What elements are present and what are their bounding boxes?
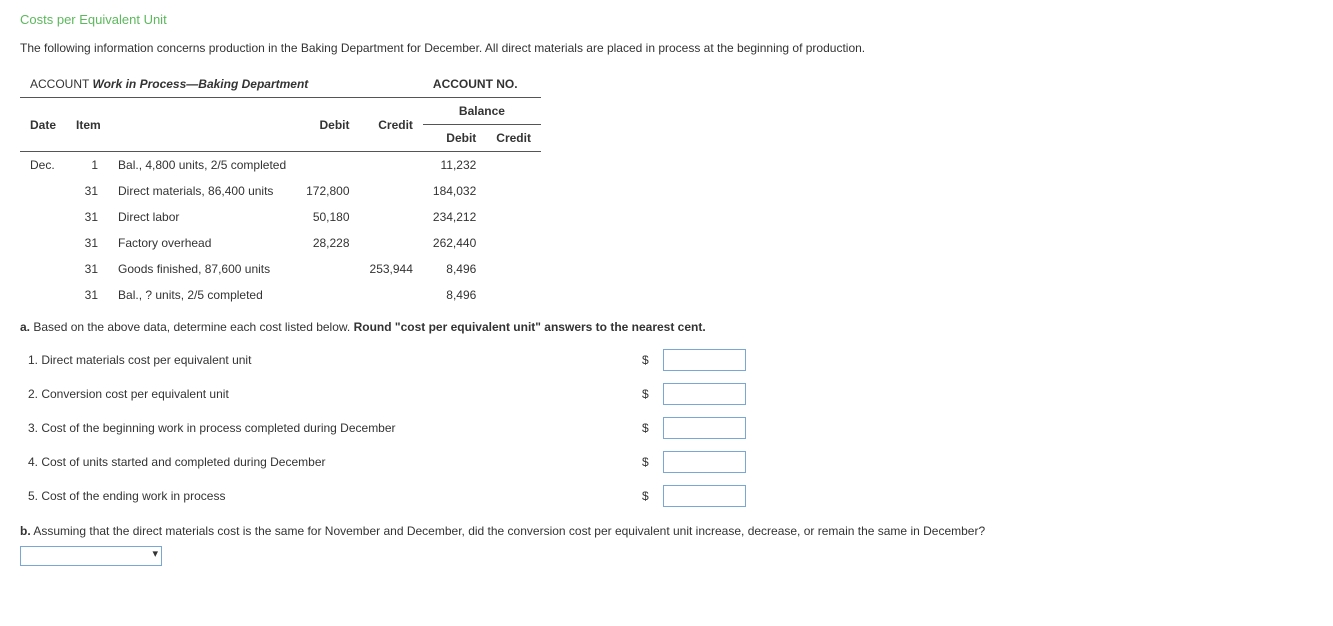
cell-bal-credit [486,282,541,308]
cell-bal-credit [486,178,541,204]
table-row: 31Direct materials, 86,400 units172,800 1… [20,178,541,204]
cell-item: Bal., 4,800 units, 2/5 completed [108,152,296,179]
account-label: ACCOUNT [30,77,89,91]
cell-bal-debit: 8,496 [423,282,486,308]
part-a-bold: Round "cost per equivalent unit" answers… [354,320,706,334]
account-no-label: ACCOUNT NO. [433,77,518,91]
cell-bal-debit: 184,032 [423,178,486,204]
table-row: 31Bal., ? units, 2/5 completed 8,496 [20,282,541,308]
intro-text: The following information concerns produ… [20,41,1313,55]
cell-bal-debit: 234,212 [423,204,486,230]
answer-row: 2. Conversion cost per equivalent unit$ [22,378,752,410]
cell-bal-debit: 262,440 [423,230,486,256]
cell-bal-credit [486,230,541,256]
cell-bal-credit [486,152,541,179]
account-name: Work in Process—Baking Department [92,77,308,91]
cell-debit [296,256,359,282]
cell-item: Bal., ? units, 2/5 completed [108,282,296,308]
answer-label: 5. Cost of the ending work in process [22,480,634,512]
cell-day: 31 [66,178,108,204]
col-bal-debit: Debit [423,125,486,152]
cell-item: Goods finished, 87,600 units [108,256,296,282]
ledger-table: ACCOUNT Work in Process—Baking Departmen… [20,71,541,308]
currency-symbol: $ [636,378,655,410]
col-item: Item [66,98,296,152]
table-row: 31Direct labor50,180 234,212 [20,204,541,230]
currency-symbol: $ [636,344,655,376]
cell-date [20,204,66,230]
currency-symbol: $ [636,446,655,478]
cell-bal-debit: 11,232 [423,152,486,179]
part-a-prefix: a. [20,320,30,334]
table-row: 31Factory overhead28,228 262,440 [20,230,541,256]
answer-input[interactable] [663,349,746,371]
part-b-prefix: b. [20,524,31,538]
cell-credit [360,152,423,179]
col-balance: Balance [423,98,541,125]
answer-label: 1. Direct materials cost per equivalent … [22,344,634,376]
col-bal-credit: Credit [486,125,541,152]
answer-input[interactable] [663,451,746,473]
cell-date [20,282,66,308]
cell-credit [360,230,423,256]
cell-credit [360,178,423,204]
page-title: Costs per Equivalent Unit [20,12,1313,27]
cell-day: 31 [66,230,108,256]
cell-bal-debit: 8,496 [423,256,486,282]
cell-credit [360,204,423,230]
part-b-dropdown[interactable] [20,546,162,566]
cell-debit: 50,180 [296,204,359,230]
answer-row: 3. Cost of the beginning work in process… [22,412,752,444]
cell-item: Direct labor [108,204,296,230]
cell-date: Dec. [20,152,66,179]
table-row: 31Goods finished, 87,600 units 253,9448,4… [20,256,541,282]
table-row: Dec.1Bal., 4,800 units, 2/5 completed 11,… [20,152,541,179]
cell-date [20,178,66,204]
col-date: Date [20,98,66,152]
cell-day: 31 [66,256,108,282]
cell-bal-credit [486,204,541,230]
answer-row: 4. Cost of units started and completed d… [22,446,752,478]
answer-label: 4. Cost of units started and completed d… [22,446,634,478]
part-a-question: a. Based on the above data, determine ea… [20,320,1313,334]
cell-date [20,256,66,282]
part-a-text: Based on the above data, determine each … [33,320,353,334]
answer-table: 1. Direct materials cost per equivalent … [20,342,754,514]
col-debit: Debit [296,98,359,152]
cell-day: 1 [66,152,108,179]
part-b-text: Assuming that the direct materials cost … [33,524,985,538]
answer-label: 3. Cost of the beginning work in process… [22,412,634,444]
cell-date [20,230,66,256]
answer-row: 1. Direct materials cost per equivalent … [22,344,752,376]
cell-item: Direct materials, 86,400 units [108,178,296,204]
cell-debit [296,152,359,179]
cell-day: 31 [66,204,108,230]
cell-debit: 28,228 [296,230,359,256]
cell-credit [360,282,423,308]
cell-item: Factory overhead [108,230,296,256]
answer-row: 5. Cost of the ending work in process$ [22,480,752,512]
currency-symbol: $ [636,412,655,444]
answer-input[interactable] [663,383,746,405]
cell-debit: 172,800 [296,178,359,204]
cell-bal-credit [486,256,541,282]
answer-input[interactable] [663,417,746,439]
cell-credit: 253,944 [360,256,423,282]
currency-symbol: $ [636,480,655,512]
part-b-question: b. Assuming that the direct materials co… [20,524,1313,538]
col-credit: Credit [360,98,423,152]
answer-label: 2. Conversion cost per equivalent unit [22,378,634,410]
cell-day: 31 [66,282,108,308]
answer-input[interactable] [663,485,746,507]
cell-debit [296,282,359,308]
